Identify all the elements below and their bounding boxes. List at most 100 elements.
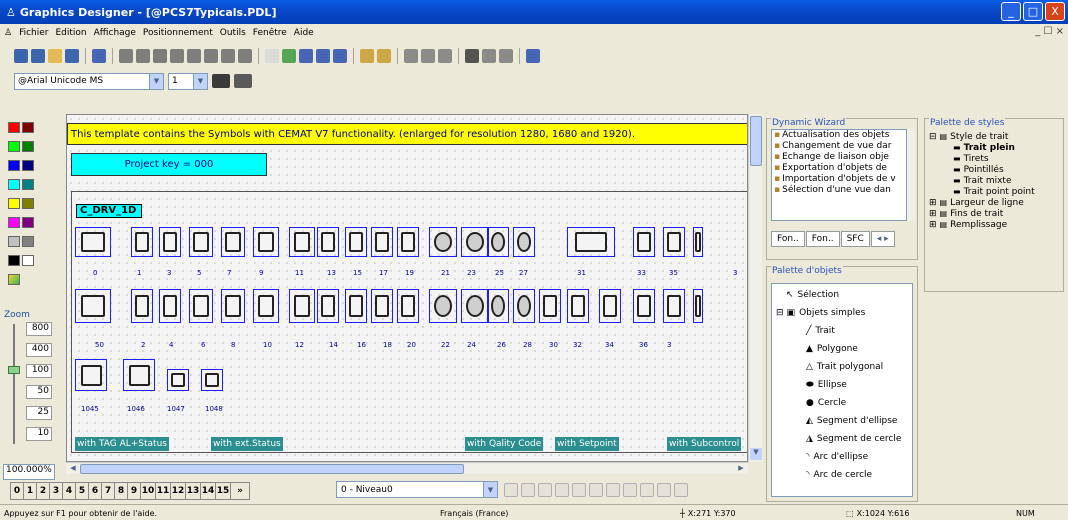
object-tree-item[interactable]: ⬬ Ellipse	[776, 376, 901, 394]
expand-icon[interactable]: ⊞	[929, 209, 937, 219]
row2-symbol[interactable]	[317, 289, 339, 323]
align-tool-2-icon[interactable]	[538, 483, 552, 497]
toolbar-button-3-icon[interactable]	[65, 49, 79, 63]
object-tree-item[interactable]: ╱ Trait	[776, 322, 901, 340]
template-banner[interactable]: This template contains the Symbols with …	[67, 123, 747, 145]
row1-symbol[interactable]	[633, 227, 655, 257]
row2-symbol[interactable]	[75, 289, 111, 323]
canvas-vertical-scrollbar[interactable]: ▼	[748, 114, 762, 462]
menu-app-icon[interactable]: ♙	[4, 28, 12, 38]
menu-item-6[interactable]: Aide	[294, 28, 314, 38]
layer-button-11[interactable]: 11	[155, 482, 171, 500]
maximize-button[interactable]: □	[1023, 2, 1043, 21]
style-tree-item[interactable]: ⊞ ▤ Largeur de ligne	[929, 197, 1035, 208]
toolbar-button-0-icon[interactable]	[14, 49, 28, 63]
layer-button-4[interactable]: 4	[62, 482, 76, 500]
menu-item-0[interactable]: Fichier	[19, 28, 48, 38]
toolbar-button-1-icon[interactable]	[31, 49, 45, 63]
object-tree-item[interactable]: ◭ Segment d'ellipse	[776, 412, 901, 430]
scroll-right-icon[interactable]: ▶	[736, 464, 746, 474]
color-swatch[interactable]	[22, 160, 34, 171]
align-tool-4-icon[interactable]	[572, 483, 586, 497]
align-tool-8-icon[interactable]	[640, 483, 654, 497]
toolbar-button-29-icon[interactable]	[465, 49, 479, 63]
close-button[interactable]: X	[1045, 2, 1065, 21]
toolbar-button-9-icon[interactable]	[153, 49, 167, 63]
align-tool-0-icon[interactable]	[504, 483, 518, 497]
row2-symbol[interactable]	[693, 289, 703, 323]
toolbar-button-5-icon[interactable]	[92, 49, 106, 63]
wizard-item[interactable]: ▪ Changement de vue dar	[772, 141, 906, 152]
row2-symbol[interactable]	[487, 289, 509, 323]
object-tree-item[interactable]: ◝ Arc de cercle	[776, 466, 901, 484]
row2-symbol[interactable]	[253, 289, 279, 323]
toolbar-button-2-icon[interactable]	[48, 49, 62, 63]
row1-symbol[interactable]	[693, 227, 703, 257]
toolbar-button-27-icon[interactable]	[438, 49, 452, 63]
wizard-item[interactable]: ▪ Sélection d'une vue dan	[772, 185, 906, 196]
row1-symbol[interactable]	[345, 227, 367, 257]
menu-item-1[interactable]: Edition	[56, 28, 87, 38]
row1-symbol[interactable]	[567, 227, 615, 257]
layer-more-button[interactable]: »	[230, 482, 250, 500]
toolbar-button-11-icon[interactable]	[187, 49, 201, 63]
row1-symbol[interactable]	[253, 227, 279, 257]
row1-symbol[interactable]	[317, 227, 339, 257]
toolbar-button-33-icon[interactable]	[526, 49, 540, 63]
toolbar-button-16-icon[interactable]	[265, 49, 279, 63]
project-key-field[interactable]: Project key = 000	[71, 153, 267, 176]
tab-2[interactable]: SFC	[840, 231, 870, 247]
tab-1[interactable]: Fon..	[805, 231, 840, 247]
style-tree-item[interactable]: ▬ Tirets	[929, 153, 1035, 164]
expand-icon[interactable]: ⊟	[929, 132, 937, 142]
style-tree-item[interactable]: ⊞ ▤ Remplissage	[929, 219, 1035, 230]
row1-symbol[interactable]	[663, 227, 685, 257]
toolbar-button-25-icon[interactable]	[404, 49, 418, 63]
scroll-thumb-h[interactable]	[80, 464, 464, 474]
align-tool-5-icon[interactable]	[589, 483, 603, 497]
fill-style-icon[interactable]	[212, 74, 230, 88]
collapse-icon[interactable]: ⊟	[776, 308, 784, 318]
layer-button-12[interactable]: 12	[170, 482, 186, 500]
align-tool-10-icon[interactable]	[674, 483, 688, 497]
row1-symbol[interactable]	[429, 227, 457, 257]
row2-symbol[interactable]	[663, 289, 685, 323]
color-swatch[interactable]	[8, 141, 20, 152]
color-swatch[interactable]	[22, 141, 34, 152]
zoom-level-50[interactable]: 50	[26, 385, 52, 399]
toolbar-button-22-icon[interactable]	[360, 49, 374, 63]
object-tree-item[interactable]: ◝ Arc d'ellipse	[776, 448, 901, 466]
toolbar-button-26-icon[interactable]	[421, 49, 435, 63]
style-tree-item[interactable]: ▬ Trait plein	[929, 142, 1035, 153]
layer-button-15[interactable]: 15	[215, 482, 231, 500]
object-tree-item[interactable]: ● Cercle	[776, 394, 901, 412]
row2-symbol[interactable]	[221, 289, 245, 323]
layer-button-6[interactable]: 6	[88, 482, 102, 500]
zoom-level-800[interactable]: 800	[26, 322, 52, 336]
color-swatch[interactable]	[8, 179, 20, 190]
row2-symbol[interactable]	[131, 289, 153, 323]
row3-symbol[interactable]	[123, 359, 155, 391]
style-tree-item[interactable]: ⊞ ▤ Fins de trait	[929, 208, 1035, 219]
group-label[interactable]: C_DRV_1D	[76, 204, 142, 218]
object-tree-item[interactable]: ⊟ ▣ Objets simples	[776, 304, 901, 322]
chevron-down-icon[interactable]: ▼	[149, 73, 163, 89]
row2-symbol[interactable]	[345, 289, 367, 323]
color-swatch[interactable]	[22, 236, 34, 247]
color-swatch[interactable]	[8, 198, 20, 209]
row2-symbol[interactable]	[513, 289, 535, 323]
chevron-down-icon[interactable]: ▼	[483, 482, 497, 497]
wizard-list-scrollbar[interactable]	[907, 129, 915, 221]
style-tree-item[interactable]: ▬ Pointillés	[929, 164, 1035, 175]
row2-symbol[interactable]	[159, 289, 181, 323]
status-tag[interactable]: with TAG AL+Status	[75, 437, 169, 451]
object-tree-item[interactable]: ↖ Sélection	[776, 286, 901, 304]
align-tool-1-icon[interactable]	[521, 483, 535, 497]
row2-symbol[interactable]	[633, 289, 655, 323]
toolbar-button-23-icon[interactable]	[377, 49, 391, 63]
style-tree-item[interactable]: ⊟ ▤ Style de trait	[929, 131, 1035, 142]
toolbar-button-10-icon[interactable]	[170, 49, 184, 63]
color-swatch[interactable]	[8, 160, 20, 171]
menu-item-5[interactable]: Fenêtre	[253, 28, 287, 38]
align-tool-7-icon[interactable]	[623, 483, 637, 497]
